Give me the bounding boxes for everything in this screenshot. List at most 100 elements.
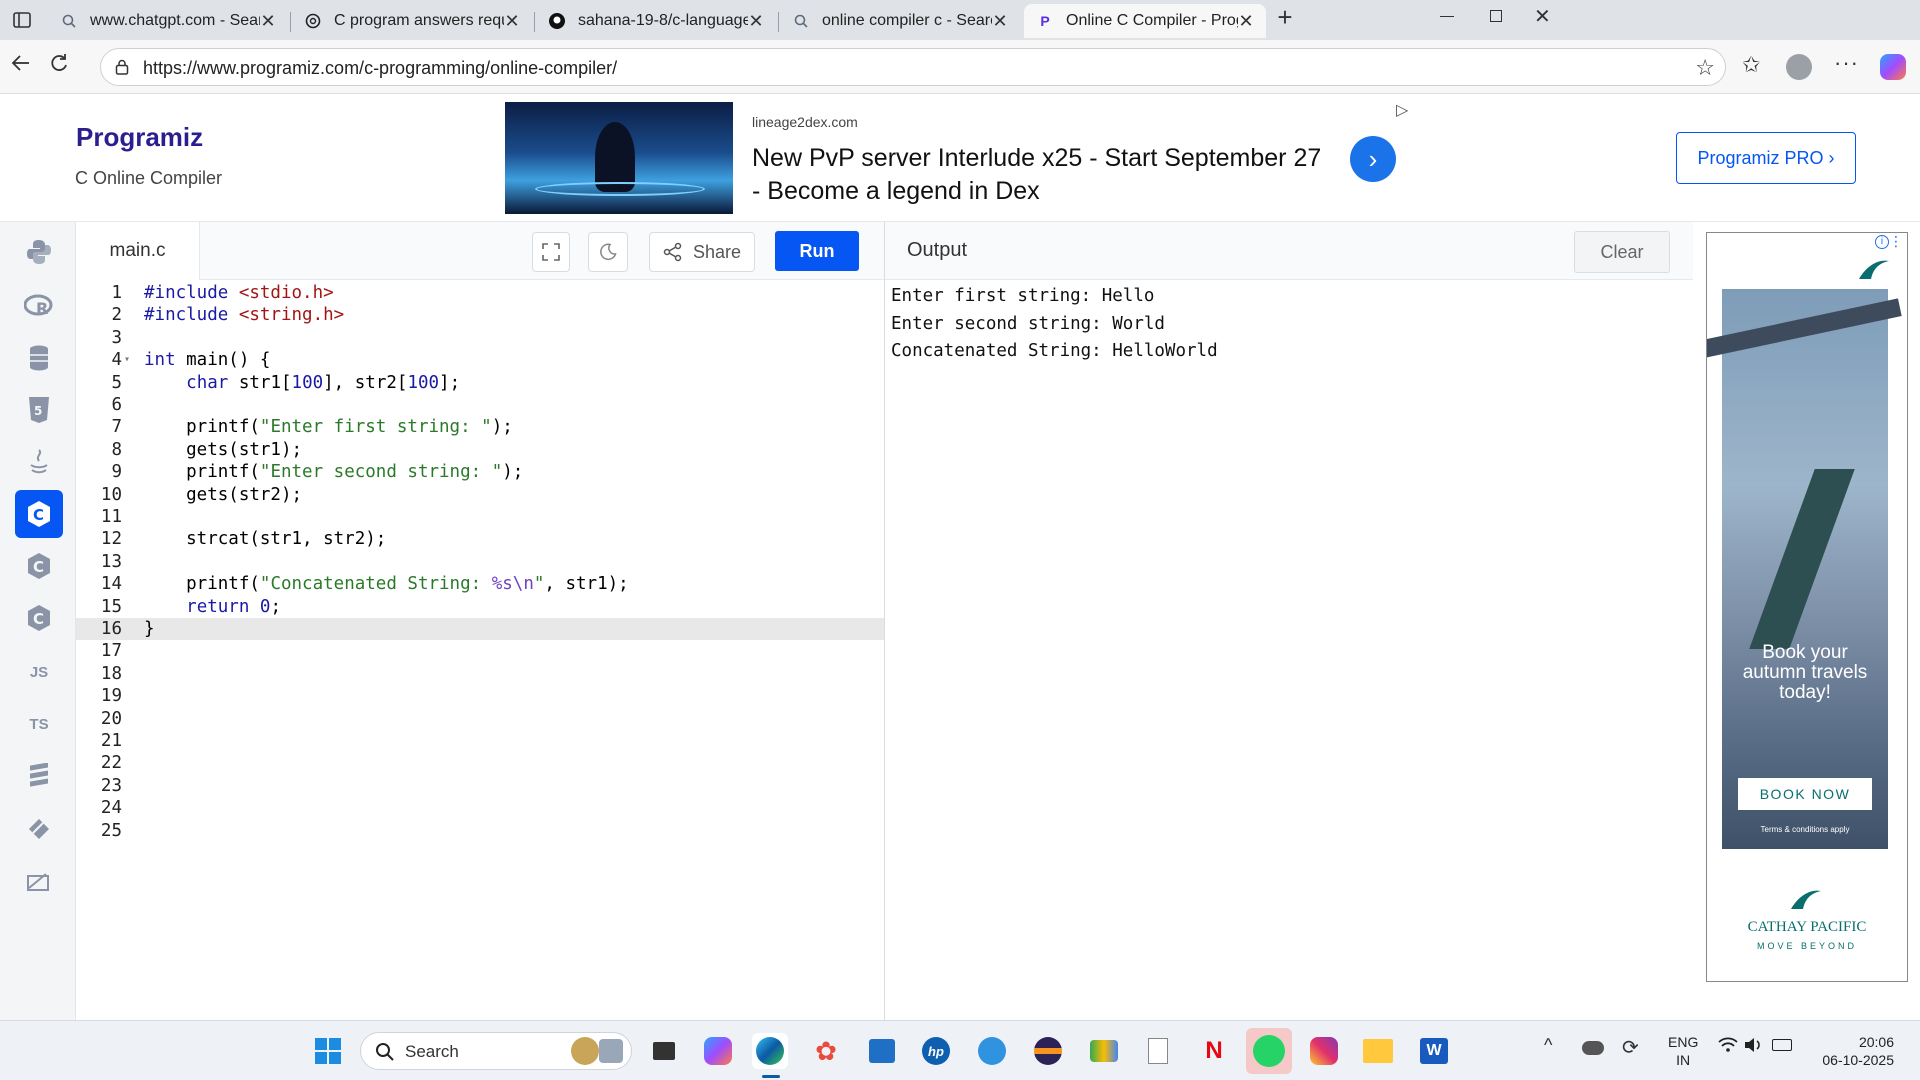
share-button[interactable]: Share [649,232,755,272]
ad-info-icon[interactable]: i [1875,235,1889,249]
close-tab-icon[interactable]: ✕ [504,11,520,32]
google-meet-icon[interactable] [1086,1033,1122,1069]
code-area[interactable]: 1 #include <stdio.h> 2 #include <string.h> 3… [76,280,884,1020]
netflix-icon[interactable]: N [1196,1033,1232,1069]
show-hidden-icons[interactable]: ^ [1544,1035,1552,1056]
python-icon[interactable] [15,228,63,276]
code-line[interactable]: 10 gets(str2); [76,484,884,506]
windows-start-icon[interactable] [310,1033,346,1069]
ts-icon[interactable]: TS [15,700,63,748]
hp-icon[interactable]: hp [918,1033,954,1069]
back-icon[interactable] [10,52,38,80]
run-button[interactable]: Run [775,231,859,271]
eclipse-icon[interactable] [1030,1033,1066,1069]
task-view-icon[interactable] [646,1033,682,1069]
file-icon[interactable] [1140,1033,1176,1069]
ad-domain[interactable]: lineage2dex.com [752,114,858,130]
dark-mode-toggle[interactable] [588,232,628,272]
close-tab-icon[interactable]: ✕ [260,11,276,32]
output-console[interactable]: Enter first string: Hello Enter second s… [885,280,1693,1020]
battery-icon[interactable] [1772,1039,1792,1051]
restore-icon[interactable] [1490,10,1502,22]
favorites-icon[interactable]: ✩ [1742,52,1760,78]
clear-button[interactable]: Clear [1574,231,1670,273]
new-tab-icon[interactable]: + [1272,4,1298,30]
fold-arrow-icon[interactable]: ▾ [124,349,134,371]
code-line[interactable]: 13 [76,551,884,573]
sync-icon[interactable]: ⟳ [1622,1035,1639,1060]
close-tab-icon[interactable]: ✕ [992,11,1008,32]
minimize-icon[interactable] [1440,16,1454,17]
copilot-icon[interactable] [1880,54,1906,80]
photos-icon[interactable]: ✿ [808,1033,844,1069]
js-icon[interactable]: JS [15,648,63,696]
python-app-icon[interactable] [974,1033,1010,1069]
profile-avatar[interactable] [1786,54,1812,80]
browser-tab[interactable]: www.chatgpt.com - Search ✕ [48,4,288,38]
taskbar-search[interactable]: Search [360,1032,632,1070]
code-line[interactable]: 20 [76,708,884,730]
php-icon[interactable] [15,804,63,852]
code-line[interactable]: 16} [76,618,884,641]
code-line[interactable]: 1 #include <stdio.h> [76,282,884,304]
reload-icon[interactable] [48,52,76,80]
file-tab[interactable]: main.c [76,222,200,280]
close-tab-icon[interactable]: ✕ [1238,11,1254,32]
code-line[interactable]: 4 ▾ int main() { [76,349,884,371]
word-icon[interactable]: W [1416,1033,1452,1069]
programiz-logo[interactable]: Programiz [76,122,203,153]
code-line[interactable]: 2 #include <string.h> [76,304,884,326]
close-tab-icon[interactable]: ✕ [748,11,764,32]
code-line[interactable]: 5 char str1[100], str2[100]; [76,372,884,394]
side-ad[interactable]: i ⋮ Book your autumn travels today! BOOK… [1706,232,1908,982]
tab-actions-icon[interactable] [10,8,34,32]
html-icon[interactable]: 5 [15,386,63,434]
programiz-pro-button[interactable]: Programiz PRO › [1676,132,1856,184]
go-icon[interactable] [15,752,63,800]
adchoices-icon[interactable]: ▷ [1396,100,1408,120]
code-line[interactable]: 18 [76,663,884,685]
code-line[interactable]: 12 strcat(str1, str2); [76,528,884,550]
whatsapp-icon[interactable] [1246,1028,1292,1074]
code-line[interactable]: 22 [76,752,884,774]
lock-icon[interactable] [115,59,129,80]
ad-menu-icon[interactable]: ⋮ [1889,233,1903,250]
code-line[interactable]: 25 [76,820,884,842]
more-options-icon[interactable]: ··· [1834,50,1859,76]
code-line[interactable]: 3 [76,327,884,349]
csharp-icon[interactable]: C [15,594,63,642]
banner-ad-image[interactable] [505,102,733,214]
code-line[interactable]: 9 printf("Enter second string: "); [76,461,884,483]
code-line[interactable]: 7 printf("Enter first string: "); [76,416,884,438]
code-line[interactable]: 14 printf("Concatenated String: %s\n", s… [76,573,884,595]
url-field[interactable]: https://www.programiz.com/c-programming/… [100,48,1726,86]
java-icon[interactable] [15,438,63,486]
language-indicator[interactable]: ENG IN [1668,1033,1698,1069]
code-line[interactable]: 19 [76,685,884,707]
wifi-icon[interactable] [1718,1037,1738,1058]
clock[interactable]: 20:06 06-10-2025 [1814,1033,1894,1069]
fullscreen-button[interactable] [532,232,570,272]
code-line[interactable]: 17 [76,640,884,662]
code-line[interactable]: 11 [76,506,884,528]
sql-icon[interactable] [15,334,63,382]
onedrive-icon[interactable] [1582,1041,1604,1055]
ad-arrow-button[interactable]: › [1350,136,1396,182]
browser-tab[interactable]: online compiler c - Search ✕ [780,4,1020,38]
browser-tab-active[interactable]: P Online C Compiler - Programiz ✕ [1024,4,1266,38]
edge-icon[interactable] [752,1033,788,1069]
close-window-icon[interactable]: ✕ [1534,4,1551,29]
r-icon[interactable]: R [15,282,63,330]
code-line[interactable]: 21 [76,730,884,752]
code-line[interactable]: 23 [76,775,884,797]
volume-icon[interactable] [1744,1037,1764,1058]
code-line[interactable]: 6 [76,394,884,416]
browser-tab[interactable]: sahana-19-8/c-language-program ✕ [536,4,776,38]
favorite-star-icon[interactable]: ☆ [1695,55,1715,81]
cplusplus-icon[interactable]: C [15,542,63,590]
instagram-icon[interactable] [1306,1033,1342,1069]
ad-headline[interactable]: New PvP server Interlude x25 - Start Sep… [752,142,1321,208]
swift-icon[interactable] [15,856,63,904]
ad-photo[interactable] [1707,289,1902,849]
copilot-icon[interactable] [700,1033,736,1069]
